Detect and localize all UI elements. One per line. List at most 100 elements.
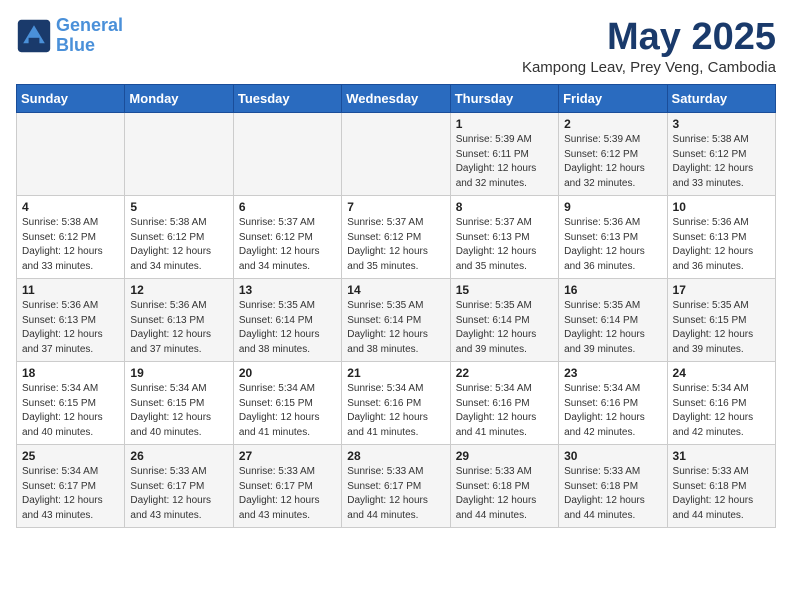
calendar-cell: 19 Sunrise: 5:34 AM Sunset: 6:15 PM Dayli… [125, 362, 233, 445]
day-number: 30 [564, 449, 661, 463]
day-number: 11 [22, 283, 119, 297]
day-info: Sunrise: 5:37 AM Sunset: 6:13 PM Dayligh… [456, 216, 553, 274]
day-info: Sunrise: 5:36 AM Sunset: 6:13 PM Dayligh… [564, 216, 661, 274]
day-info: Sunrise: 5:39 AM Sunset: 6:12 PM Dayligh… [564, 133, 661, 191]
calendar-week-4: 18 Sunrise: 5:34 AM Sunset: 6:15 PM Dayli… [17, 362, 776, 445]
logo-icon [16, 18, 52, 54]
day-info: Sunrise: 5:33 AM Sunset: 6:18 PM Dayligh… [673, 465, 770, 523]
weekday-header-wednesday: Wednesday [342, 85, 450, 113]
calendar-cell: 18 Sunrise: 5:34 AM Sunset: 6:15 PM Dayli… [17, 362, 125, 445]
day-number: 15 [456, 283, 553, 297]
calendar-cell: 23 Sunrise: 5:34 AM Sunset: 6:16 PM Dayli… [559, 362, 667, 445]
weekday-header-thursday: Thursday [450, 85, 558, 113]
day-number: 22 [456, 366, 553, 380]
calendar-title: May 2025 [522, 16, 776, 59]
calendar-cell: 24 Sunrise: 5:34 AM Sunset: 6:16 PM Dayli… [667, 362, 775, 445]
weekday-header-friday: Friday [559, 85, 667, 113]
calendar-cell: 1 Sunrise: 5:39 AM Sunset: 6:11 PM Daylig… [450, 113, 558, 196]
day-number: 21 [347, 366, 444, 380]
calendar-cell: 15 Sunrise: 5:35 AM Sunset: 6:14 PM Dayli… [450, 279, 558, 362]
day-info: Sunrise: 5:35 AM Sunset: 6:14 PM Dayligh… [456, 299, 553, 357]
day-info: Sunrise: 5:34 AM Sunset: 6:16 PM Dayligh… [564, 382, 661, 440]
day-info: Sunrise: 5:34 AM Sunset: 6:15 PM Dayligh… [130, 382, 227, 440]
day-info: Sunrise: 5:33 AM Sunset: 6:18 PM Dayligh… [564, 465, 661, 523]
calendar-week-2: 4 Sunrise: 5:38 AM Sunset: 6:12 PM Daylig… [17, 196, 776, 279]
day-info: Sunrise: 5:37 AM Sunset: 6:12 PM Dayligh… [347, 216, 444, 274]
day-info: Sunrise: 5:36 AM Sunset: 6:13 PM Dayligh… [673, 216, 770, 274]
calendar-cell: 28Sunrise: 5:33 AM Sunset: 6:17 PM Dayli… [342, 445, 450, 528]
calendar-cell: 17 Sunrise: 5:35 AM Sunset: 6:15 PM Dayli… [667, 279, 775, 362]
calendar-week-3: 11 Sunrise: 5:36 AM Sunset: 6:13 PM Dayli… [17, 279, 776, 362]
calendar-cell: 6 Sunrise: 5:37 AM Sunset: 6:12 PM Daylig… [233, 196, 341, 279]
calendar-table: SundayMondayTuesdayWednesdayThursdayFrid… [16, 84, 776, 528]
day-number: 23 [564, 366, 661, 380]
calendar-cell: 16 Sunrise: 5:35 AM Sunset: 6:14 PM Dayli… [559, 279, 667, 362]
calendar-cell: 4 Sunrise: 5:38 AM Sunset: 6:12 PM Daylig… [17, 196, 125, 279]
day-number: 3 [673, 117, 770, 131]
day-number: 16 [564, 283, 661, 297]
day-number: 27 [239, 449, 336, 463]
day-info: Sunrise: 5:35 AM Sunset: 6:14 PM Dayligh… [564, 299, 661, 357]
day-info: Sunrise: 5:34 AM Sunset: 6:16 PM Dayligh… [673, 382, 770, 440]
day-info: Sunrise: 5:33 AM Sunset: 6:17 PM Dayligh… [347, 465, 444, 523]
day-info: Sunrise: 5:38 AM Sunset: 6:12 PM Dayligh… [130, 216, 227, 274]
day-info: Sunrise: 5:37 AM Sunset: 6:12 PM Dayligh… [239, 216, 336, 274]
day-info: Sunrise: 5:38 AM Sunset: 6:12 PM Dayligh… [673, 133, 770, 191]
calendar-cell: 30 Sunrise: 5:33 AM Sunset: 6:18 PM Dayli… [559, 445, 667, 528]
day-info: Sunrise: 5:34 AM Sunset: 6:15 PM Dayligh… [239, 382, 336, 440]
day-number: 17 [673, 283, 770, 297]
calendar-cell: 26Sunrise: 5:33 AM Sunset: 6:17 PM Dayli… [125, 445, 233, 528]
calendar-cell [17, 113, 125, 196]
calendar-cell: 22 Sunrise: 5:34 AM Sunset: 6:16 PM Dayli… [450, 362, 558, 445]
day-number: 10 [673, 200, 770, 214]
weekday-header-monday: Monday [125, 85, 233, 113]
day-number: 9 [564, 200, 661, 214]
calendar-cell: 9 Sunrise: 5:36 AM Sunset: 6:13 PM Daylig… [559, 196, 667, 279]
day-info: Sunrise: 5:33 AM Sunset: 6:18 PM Dayligh… [456, 465, 553, 523]
day-info: Sunrise: 5:39 AM Sunset: 6:11 PM Dayligh… [456, 133, 553, 191]
day-number: 12 [130, 283, 227, 297]
calendar-cell [233, 113, 341, 196]
weekday-header-row: SundayMondayTuesdayWednesdayThursdayFrid… [17, 85, 776, 113]
calendar-cell: 25Sunrise: 5:34 AM Sunset: 6:17 PM Dayli… [17, 445, 125, 528]
day-number: 2 [564, 117, 661, 131]
calendar-cell: 5Sunrise: 5:38 AM Sunset: 6:12 PM Daylig… [125, 196, 233, 279]
calendar-cell: 20Sunrise: 5:34 AM Sunset: 6:15 PM Dayli… [233, 362, 341, 445]
calendar-cell: 3 Sunrise: 5:38 AM Sunset: 6:12 PM Daylig… [667, 113, 775, 196]
day-info: Sunrise: 5:34 AM Sunset: 6:16 PM Dayligh… [347, 382, 444, 440]
day-number: 29 [456, 449, 553, 463]
day-number: 24 [673, 366, 770, 380]
logo-line2: Blue [56, 35, 95, 55]
day-number: 19 [130, 366, 227, 380]
weekday-header-tuesday: Tuesday [233, 85, 341, 113]
logo-text: General Blue [56, 16, 123, 56]
day-number: 1 [456, 117, 553, 131]
calendar-week-1: 1 Sunrise: 5:39 AM Sunset: 6:11 PM Daylig… [17, 113, 776, 196]
day-info: Sunrise: 5:38 AM Sunset: 6:12 PM Dayligh… [22, 216, 119, 274]
day-info: Sunrise: 5:33 AM Sunset: 6:17 PM Dayligh… [239, 465, 336, 523]
calendar-cell: 13Sunrise: 5:35 AM Sunset: 6:14 PM Dayli… [233, 279, 341, 362]
day-number: 8 [456, 200, 553, 214]
calendar-cell [342, 113, 450, 196]
day-info: Sunrise: 5:35 AM Sunset: 6:15 PM Dayligh… [673, 299, 770, 357]
calendar-cell [125, 113, 233, 196]
weekday-header-sunday: Sunday [17, 85, 125, 113]
calendar-cell: 31Sunrise: 5:33 AM Sunset: 6:18 PM Dayli… [667, 445, 775, 528]
calendar-cell: 27 Sunrise: 5:33 AM Sunset: 6:17 PM Dayli… [233, 445, 341, 528]
calendar-cell: 11 Sunrise: 5:36 AM Sunset: 6:13 PM Dayli… [17, 279, 125, 362]
calendar-cell: 29 Sunrise: 5:33 AM Sunset: 6:18 PM Dayli… [450, 445, 558, 528]
day-info: Sunrise: 5:35 AM Sunset: 6:14 PM Dayligh… [239, 299, 336, 357]
day-number: 6 [239, 200, 336, 214]
day-info: Sunrise: 5:35 AM Sunset: 6:14 PM Dayligh… [347, 299, 444, 357]
day-number: 4 [22, 200, 119, 214]
day-info: Sunrise: 5:36 AM Sunset: 6:13 PM Dayligh… [22, 299, 119, 357]
calendar-cell: 21 Sunrise: 5:34 AM Sunset: 6:16 PM Dayli… [342, 362, 450, 445]
day-number: 25 [22, 449, 119, 463]
day-info: Sunrise: 5:33 AM Sunset: 6:17 PM Dayligh… [130, 465, 227, 523]
day-info: Sunrise: 5:36 AM Sunset: 6:13 PM Dayligh… [130, 299, 227, 357]
day-info: Sunrise: 5:34 AM Sunset: 6:16 PM Dayligh… [456, 382, 553, 440]
logo-line1: General [56, 15, 123, 35]
day-info: Sunrise: 5:34 AM Sunset: 6:15 PM Dayligh… [22, 382, 119, 440]
calendar-cell: 2 Sunrise: 5:39 AM Sunset: 6:12 PM Daylig… [559, 113, 667, 196]
day-number: 18 [22, 366, 119, 380]
